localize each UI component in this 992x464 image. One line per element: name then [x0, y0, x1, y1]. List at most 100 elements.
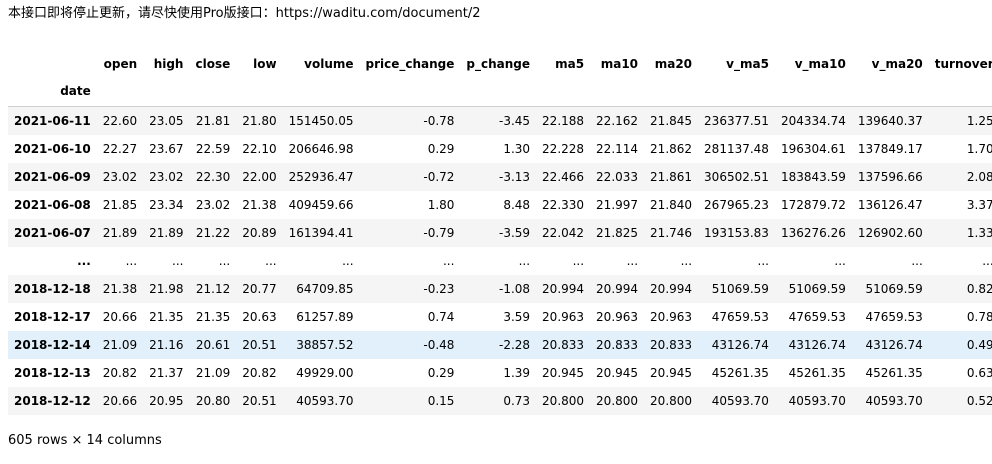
cell-ma10: ... [626, 254, 639, 268]
table-row: ........................................… [8, 247, 992, 275]
cell-low: 21.38 [242, 198, 277, 212]
cell-ma10: 22.033 [596, 170, 639, 184]
cell-turnover: 1.70 [966, 142, 992, 156]
cell-p-change: 3.59 [503, 310, 531, 324]
cell-p-change: 1.39 [503, 366, 531, 380]
column-header-close: close [195, 57, 231, 71]
cell-ma20: ... [680, 254, 693, 268]
cell-ma20: 20.994 [650, 282, 693, 296]
cell-close: 21.22 [195, 226, 231, 240]
cell-close: 21.81 [195, 114, 231, 128]
cell-close: 20.80 [195, 394, 231, 408]
cell-price-change: -0.72 [423, 170, 455, 184]
cell-open: 20.66 [102, 310, 138, 324]
cell-turnover: 0.78 [966, 310, 992, 324]
cell-volume: 40593.70 [296, 394, 354, 408]
cell-open: 21.89 [102, 226, 138, 240]
cell-ma20: 21.746 [650, 226, 693, 240]
cell-turnover: 0.82 [966, 282, 992, 296]
cell-volume: 252936.47 [288, 170, 354, 184]
cell-p-change: -3.13 [498, 170, 531, 184]
cell-v-ma20: 40593.70 [865, 394, 923, 408]
cell-volume: 38857.52 [296, 338, 354, 352]
column-header-v-ma5: v_ma5 [726, 57, 769, 71]
cell-p-change: 8.48 [503, 198, 531, 212]
cell-open: 22.27 [102, 142, 138, 156]
index-row-spacer [775, 76, 852, 107]
cell-ma10: 21.825 [596, 226, 639, 240]
cell-open: 21.09 [102, 338, 138, 352]
cell-v-ma10: 45261.35 [788, 366, 846, 380]
cell-price-change: -0.23 [423, 282, 455, 296]
cell-ma5: 20.833 [542, 338, 585, 352]
cell-close: 20.61 [195, 338, 231, 352]
cell-volume: 61257.89 [296, 310, 354, 324]
cell-close: 21.35 [195, 310, 231, 324]
cell-ma10: 20.833 [596, 338, 639, 352]
column-header-low: low [253, 57, 277, 71]
cell-v-ma10: 51069.59 [788, 282, 846, 296]
cell-high: ... [172, 254, 184, 268]
cell-high: 20.95 [149, 394, 184, 408]
row-index-date: 2021-06-10 [14, 142, 91, 156]
cell-price-change: -0.48 [423, 338, 455, 352]
cell-turnover: 2.08 [966, 170, 992, 184]
index-row-spacer [698, 76, 775, 107]
cell-p-change: -2.28 [498, 338, 531, 352]
index-row-spacer [283, 76, 360, 107]
cell-ma5: 22.330 [542, 198, 585, 212]
cell-v-ma10: 204334.74 [780, 114, 846, 128]
cell-ma5: 22.188 [542, 114, 585, 128]
cell-open: 20.66 [102, 394, 138, 408]
dataframe-table: open high close low volume price_change p_chan… [8, 52, 992, 415]
cell-low: 22.10 [242, 142, 277, 156]
table-row: 2018-12-12 20.66 20.95 20.80 20.51 40593.70 0.… [8, 387, 992, 415]
cell-low: 20.89 [242, 226, 277, 240]
cell-v-ma10: 43126.74 [788, 338, 846, 352]
cell-ma5: 20.800 [542, 394, 585, 408]
cell-v-ma10: 196304.61 [780, 142, 846, 156]
cell-high: 23.67 [149, 142, 184, 156]
cell-turnover: ... [982, 254, 992, 268]
cell-high: 23.02 [149, 170, 184, 184]
cell-v-ma20: 51069.59 [865, 282, 923, 296]
cell-volume: 206646.98 [288, 142, 354, 156]
cell-ma5: 22.466 [542, 170, 585, 184]
cell-v-ma10: 136276.26 [780, 226, 846, 240]
row-index-date: 2021-06-07 [14, 226, 91, 240]
index-row-spacer [143, 76, 189, 107]
cell-ma20: 21.840 [650, 198, 693, 212]
cell-v-ma5: 43126.74 [711, 338, 769, 352]
cell-price-change: -0.78 [423, 114, 455, 128]
cell-ma10: 20.800 [596, 394, 639, 408]
cell-ma10: 22.162 [596, 114, 639, 128]
cell-close: 23.02 [195, 198, 231, 212]
cell-v-ma20: 126902.60 [857, 226, 923, 240]
cell-p-change: 0.73 [503, 394, 531, 408]
row-index-date: 2021-06-08 [14, 198, 91, 212]
column-header-turnover: turnover [934, 57, 992, 71]
table-body: 2021-06-11 22.60 23.05 21.81 21.80 151450.05 -… [8, 106, 992, 415]
cell-volume: 151450.05 [288, 114, 354, 128]
column-header-high: high [153, 57, 184, 71]
cell-price-change: ... [442, 254, 455, 268]
table-row: 2021-06-10 22.27 23.67 22.59 22.10 206646.98 0… [8, 135, 992, 163]
cell-price-change: 0.15 [427, 394, 455, 408]
cell-v-ma10: 47659.53 [788, 310, 846, 324]
cell-price-change: 0.29 [427, 366, 455, 380]
cell-v-ma20: 137849.17 [857, 142, 923, 156]
cell-v-ma10: 40593.70 [788, 394, 846, 408]
cell-turnover: 3.37 [966, 198, 992, 212]
cell-turnover: 1.25 [966, 114, 992, 128]
cell-low: 22.00 [242, 170, 277, 184]
cell-price-change: -0.79 [423, 226, 455, 240]
row-index-date: 2021-06-11 [14, 114, 91, 128]
index-row-spacer [360, 76, 461, 107]
cell-high: 21.35 [149, 310, 184, 324]
column-header-p-change: p_change [466, 57, 531, 71]
index-row-spacer [97, 76, 143, 107]
cell-v-ma20: 139640.37 [857, 114, 923, 128]
table-row: 2018-12-18 21.38 21.98 21.12 20.77 64709.85 -0… [8, 275, 992, 303]
index-name-header: date [60, 84, 91, 98]
cell-ma5: ... [572, 254, 585, 268]
